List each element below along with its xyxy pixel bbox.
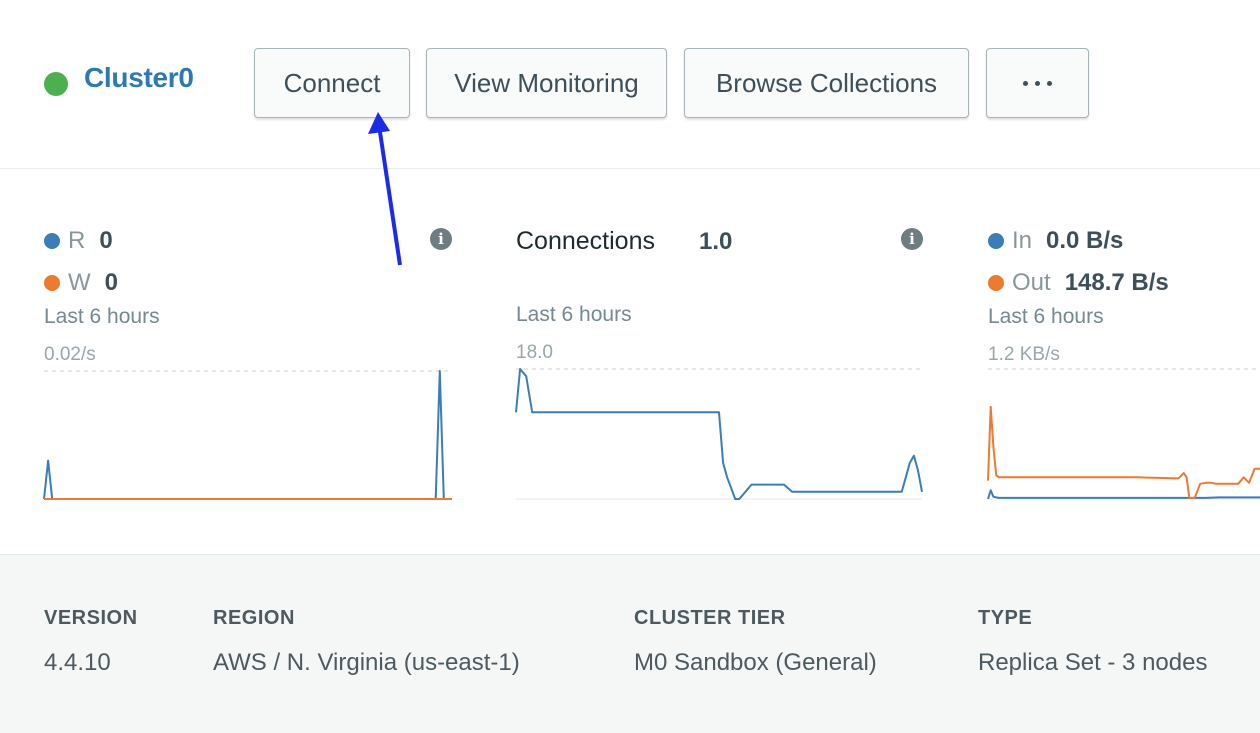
type-value: Replica Set - 3 nodes — [978, 649, 1208, 676]
cluster-info-footer: VERSION 4.4.10 REGION AWS / N. Virginia … — [0, 554, 1260, 733]
version-value: 4.4.10 — [44, 649, 111, 676]
cluster-tier-value: M0 Sandbox (General) — [634, 649, 877, 676]
region-label: REGION — [213, 607, 295, 629]
region-value: AWS / N. Virginia (us-east-1) — [213, 649, 520, 676]
version-label: VERSION — [44, 607, 138, 629]
cluster-tier-label: CLUSTER TIER — [634, 607, 786, 629]
type-label: TYPE — [978, 607, 1033, 629]
